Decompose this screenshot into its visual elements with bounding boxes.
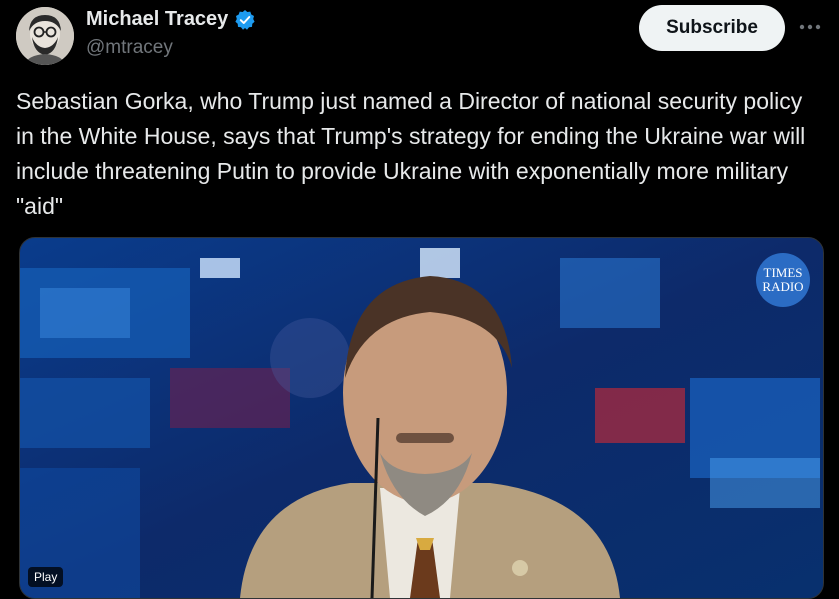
more-icon[interactable]	[797, 14, 823, 40]
author-handle[interactable]: @mtracey	[86, 37, 173, 59]
author-name-row[interactable]: Michael Tracey	[86, 8, 256, 31]
logo-line-2: RADIO	[762, 279, 804, 294]
avatar[interactable]	[16, 7, 74, 65]
author-name[interactable]: Michael Tracey	[86, 8, 228, 31]
logo-line-1: TIMES	[763, 265, 803, 280]
verified-badge-icon[interactable]	[234, 9, 256, 31]
play-label[interactable]: Play	[28, 567, 64, 587]
video-frame	[20, 238, 823, 598]
video-player[interactable]: Play	[19, 237, 824, 599]
times-radio-logo: TIMES RADIO	[756, 253, 810, 307]
tweet-text: Sebastian Gorka, who Trump just named a …	[16, 88, 806, 219]
subscribe-button[interactable]: Subscribe	[639, 5, 785, 51]
